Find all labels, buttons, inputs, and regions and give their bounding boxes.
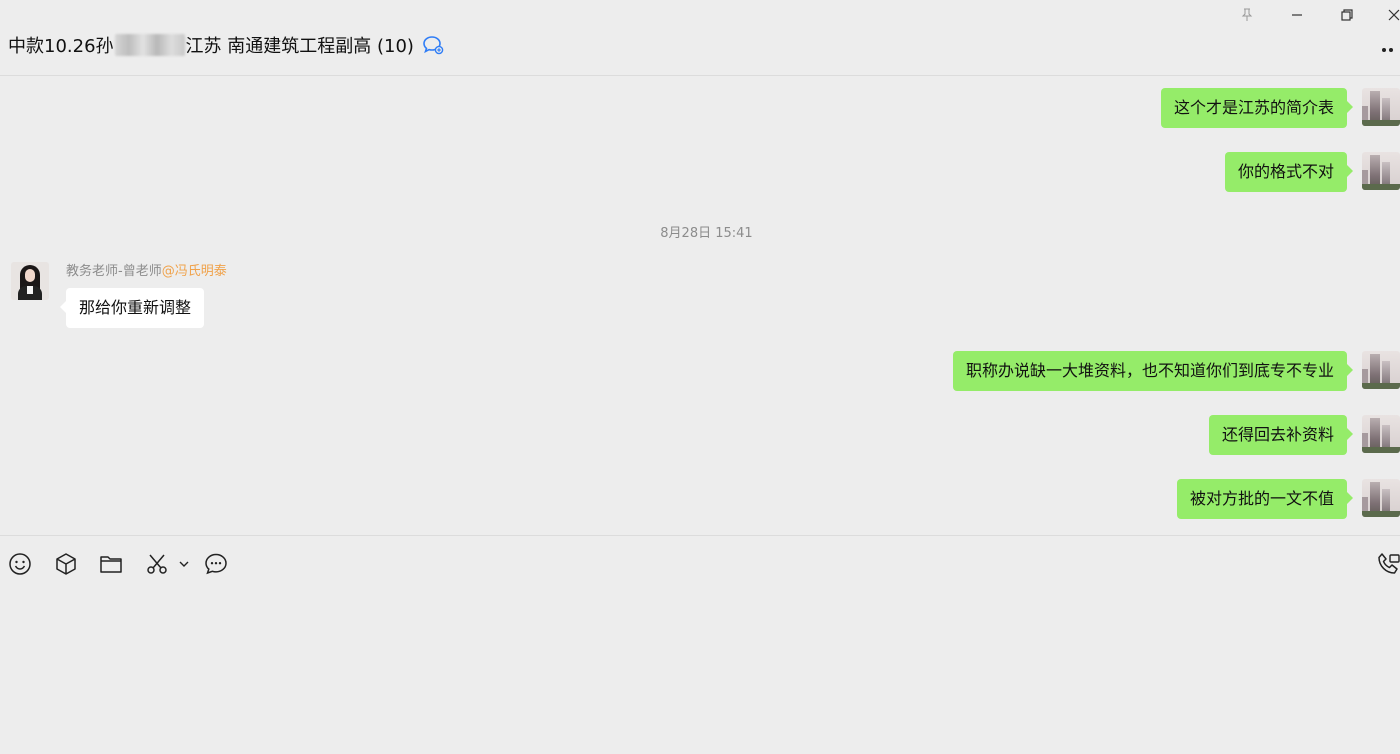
message-bubble[interactable]: 被对方批的一文不值 xyxy=(1176,479,1354,519)
scissors-icon[interactable] xyxy=(145,550,169,578)
message-row: 这个才是江苏的简介表 xyxy=(1160,88,1400,128)
pin-icon[interactable] xyxy=(1222,0,1272,30)
message-timestamp: 8月28日 15:41 xyxy=(660,226,753,241)
close-icon[interactable] xyxy=(1372,0,1400,30)
message-bubble[interactable]: 还得回去补资料 xyxy=(1208,415,1354,455)
avatar[interactable] xyxy=(1362,351,1400,389)
sender-name-text: 教务老师-曾老师 xyxy=(66,264,162,279)
avatar[interactable] xyxy=(1362,479,1400,517)
group-chat-icon[interactable] xyxy=(422,35,444,55)
avatar[interactable] xyxy=(1362,152,1400,190)
message-bubble[interactable]: 你的格式不对 xyxy=(1224,152,1354,192)
folder-icon[interactable] xyxy=(99,550,123,578)
message-input[interactable] xyxy=(0,586,1400,754)
composer xyxy=(0,535,1400,754)
message-row: 你的格式不对 xyxy=(1224,152,1400,192)
more-dots-icon[interactable] xyxy=(1382,38,1400,62)
sender-name: 教务老师-曾老师@冯氏明泰 xyxy=(66,264,227,280)
window-controls xyxy=(1222,0,1400,30)
chat-window: 中款10.26孙 江苏 南通建筑工程副高 (10) 这个才是江苏的简介表 你的格… xyxy=(0,0,1400,754)
message-bubble[interactable]: 那给你重新调整 xyxy=(59,288,205,328)
minimize-icon[interactable] xyxy=(1272,0,1322,30)
avatar[interactable] xyxy=(1362,88,1400,126)
message-list[interactable]: 这个才是江苏的简介表 你的格式不对 8月28日 15:41 教务老师-曾老师@冯… xyxy=(0,76,1400,535)
avatar[interactable] xyxy=(1362,415,1400,453)
chat-bubble-icon[interactable] xyxy=(204,550,228,578)
emoji-icon[interactable] xyxy=(8,550,32,578)
composer-toolbar xyxy=(0,550,1400,578)
message-row: 职称办说缺一大堆资料，也不知道你们到底专不专业 xyxy=(952,351,1400,391)
box-icon[interactable] xyxy=(54,550,78,578)
phone-icon[interactable] xyxy=(1376,550,1400,578)
sender-mention[interactable]: @冯氏明泰 xyxy=(162,264,227,279)
restore-icon[interactable] xyxy=(1322,0,1372,30)
title-bar: 中款10.26孙 江苏 南通建筑工程副高 (10) xyxy=(0,0,1400,76)
message-bubble[interactable]: 职称办说缺一大堆资料，也不知道你们到底专不专业 xyxy=(952,351,1354,391)
avatar[interactable] xyxy=(11,262,49,300)
redacted-name xyxy=(114,34,185,56)
sender-block: 教务老师-曾老师@冯氏明泰 那给你重新调整 xyxy=(59,262,227,328)
chat-title-suffix: 江苏 南通建筑工程副高 (10) xyxy=(185,36,414,57)
chevron-down-icon[interactable] xyxy=(178,550,190,578)
chat-title-prefix: 中款10.26孙 xyxy=(8,36,114,57)
message-row: 教务老师-曾老师@冯氏明泰 那给你重新调整 xyxy=(11,262,227,328)
message-row: 被对方批的一文不值 xyxy=(1176,479,1400,519)
message-bubble[interactable]: 这个才是江苏的简介表 xyxy=(1160,88,1354,128)
chat-title: 中款10.26孙 江苏 南通建筑工程副高 (10) xyxy=(8,32,444,58)
message-row: 还得回去补资料 xyxy=(1208,415,1400,455)
